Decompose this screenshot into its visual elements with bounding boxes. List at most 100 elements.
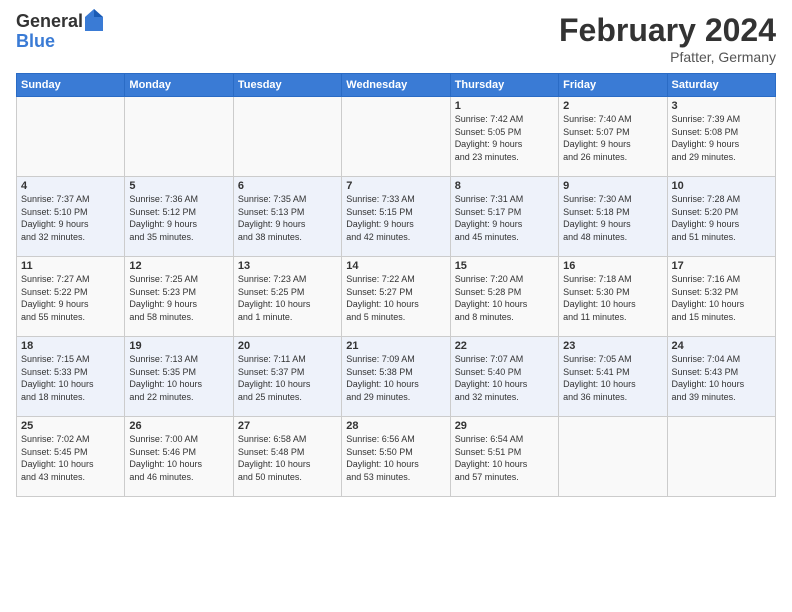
logo: General Blue [16,12,103,52]
day-number: 22 [455,340,554,352]
calendar-cell: 22Sunrise: 7:07 AM Sunset: 5:40 PM Dayli… [450,337,558,417]
calendar-cell [667,417,775,497]
header-row: SundayMondayTuesdayWednesdayThursdayFrid… [17,74,776,97]
calendar-cell: 25Sunrise: 7:02 AM Sunset: 5:45 PM Dayli… [17,417,125,497]
day-number: 23 [563,340,662,352]
day-info: Sunrise: 7:35 AM Sunset: 5:13 PM Dayligh… [238,193,337,243]
day-info: Sunrise: 6:58 AM Sunset: 5:48 PM Dayligh… [238,433,337,483]
day-info: Sunrise: 7:11 AM Sunset: 5:37 PM Dayligh… [238,353,337,403]
header: General Blue February 2024 Pfatter, Germ… [16,12,776,65]
day-info: Sunrise: 6:54 AM Sunset: 5:51 PM Dayligh… [455,433,554,483]
day-info: Sunrise: 7:05 AM Sunset: 5:41 PM Dayligh… [563,353,662,403]
day-info: Sunrise: 7:20 AM Sunset: 5:28 PM Dayligh… [455,273,554,323]
calendar-cell: 8Sunrise: 7:31 AM Sunset: 5:17 PM Daylig… [450,177,558,257]
day-info: Sunrise: 7:25 AM Sunset: 5:23 PM Dayligh… [129,273,228,323]
calendar-table: SundayMondayTuesdayWednesdayThursdayFrid… [16,73,776,497]
calendar-cell: 16Sunrise: 7:18 AM Sunset: 5:30 PM Dayli… [559,257,667,337]
day-info: Sunrise: 7:33 AM Sunset: 5:15 PM Dayligh… [346,193,445,243]
day-info: Sunrise: 7:31 AM Sunset: 5:17 PM Dayligh… [455,193,554,243]
title-block: February 2024 Pfatter, Germany [559,12,776,65]
day-info: Sunrise: 7:30 AM Sunset: 5:18 PM Dayligh… [563,193,662,243]
day-number: 20 [238,340,337,352]
logo-blue: Blue [16,32,103,52]
col-header-thursday: Thursday [450,74,558,97]
calendar-cell [559,417,667,497]
logo-general: General [16,12,83,32]
calendar-cell: 26Sunrise: 7:00 AM Sunset: 5:46 PM Dayli… [125,417,233,497]
calendar-cell: 7Sunrise: 7:33 AM Sunset: 5:15 PM Daylig… [342,177,450,257]
logo-text: General Blue [16,12,103,52]
day-info: Sunrise: 7:04 AM Sunset: 5:43 PM Dayligh… [672,353,771,403]
day-number: 16 [563,260,662,272]
day-number: 18 [21,340,120,352]
day-number: 25 [21,420,120,432]
calendar-cell: 12Sunrise: 7:25 AM Sunset: 5:23 PM Dayli… [125,257,233,337]
calendar-cell: 3Sunrise: 7:39 AM Sunset: 5:08 PM Daylig… [667,97,775,177]
month-title: February 2024 [559,12,776,49]
col-header-tuesday: Tuesday [233,74,341,97]
day-number: 14 [346,260,445,272]
calendar-cell: 20Sunrise: 7:11 AM Sunset: 5:37 PM Dayli… [233,337,341,417]
calendar-cell: 23Sunrise: 7:05 AM Sunset: 5:41 PM Dayli… [559,337,667,417]
calendar-cell: 15Sunrise: 7:20 AM Sunset: 5:28 PM Dayli… [450,257,558,337]
day-number: 28 [346,420,445,432]
calendar-cell: 28Sunrise: 6:56 AM Sunset: 5:50 PM Dayli… [342,417,450,497]
day-number: 26 [129,420,228,432]
calendar-cell: 27Sunrise: 6:58 AM Sunset: 5:48 PM Dayli… [233,417,341,497]
day-number: 7 [346,180,445,192]
calendar-cell: 2Sunrise: 7:40 AM Sunset: 5:07 PM Daylig… [559,97,667,177]
calendar-cell: 18Sunrise: 7:15 AM Sunset: 5:33 PM Dayli… [17,337,125,417]
day-info: Sunrise: 7:07 AM Sunset: 5:40 PM Dayligh… [455,353,554,403]
col-header-sunday: Sunday [17,74,125,97]
day-info: Sunrise: 7:18 AM Sunset: 5:30 PM Dayligh… [563,273,662,323]
day-number: 6 [238,180,337,192]
col-header-friday: Friday [559,74,667,97]
calendar-cell [233,97,341,177]
day-info: Sunrise: 7:09 AM Sunset: 5:38 PM Dayligh… [346,353,445,403]
day-number: 21 [346,340,445,352]
day-number: 15 [455,260,554,272]
day-info: Sunrise: 6:56 AM Sunset: 5:50 PM Dayligh… [346,433,445,483]
calendar-cell: 19Sunrise: 7:13 AM Sunset: 5:35 PM Dayli… [125,337,233,417]
day-info: Sunrise: 7:22 AM Sunset: 5:27 PM Dayligh… [346,273,445,323]
day-number: 27 [238,420,337,432]
day-number: 9 [563,180,662,192]
calendar-cell: 9Sunrise: 7:30 AM Sunset: 5:18 PM Daylig… [559,177,667,257]
calendar-cell: 6Sunrise: 7:35 AM Sunset: 5:13 PM Daylig… [233,177,341,257]
day-number: 19 [129,340,228,352]
day-info: Sunrise: 7:16 AM Sunset: 5:32 PM Dayligh… [672,273,771,323]
calendar-cell: 10Sunrise: 7:28 AM Sunset: 5:20 PM Dayli… [667,177,775,257]
calendar-cell: 1Sunrise: 7:42 AM Sunset: 5:05 PM Daylig… [450,97,558,177]
week-row-3: 11Sunrise: 7:27 AM Sunset: 5:22 PM Dayli… [17,257,776,337]
calendar-cell: 11Sunrise: 7:27 AM Sunset: 5:22 PM Dayli… [17,257,125,337]
page: General Blue February 2024 Pfatter, Germ… [0,0,792,612]
day-info: Sunrise: 7:23 AM Sunset: 5:25 PM Dayligh… [238,273,337,323]
day-info: Sunrise: 7:37 AM Sunset: 5:10 PM Dayligh… [21,193,120,243]
day-number: 17 [672,260,771,272]
calendar-cell [342,97,450,177]
col-header-monday: Monday [125,74,233,97]
calendar-cell: 21Sunrise: 7:09 AM Sunset: 5:38 PM Dayli… [342,337,450,417]
week-row-5: 25Sunrise: 7:02 AM Sunset: 5:45 PM Dayli… [17,417,776,497]
day-info: Sunrise: 7:36 AM Sunset: 5:12 PM Dayligh… [129,193,228,243]
calendar-cell [17,97,125,177]
day-info: Sunrise: 7:13 AM Sunset: 5:35 PM Dayligh… [129,353,228,403]
day-number: 10 [672,180,771,192]
day-number: 11 [21,260,120,272]
day-info: Sunrise: 7:15 AM Sunset: 5:33 PM Dayligh… [21,353,120,403]
logo-icon [85,9,103,31]
day-number: 1 [455,100,554,112]
day-number: 12 [129,260,228,272]
day-info: Sunrise: 7:27 AM Sunset: 5:22 PM Dayligh… [21,273,120,323]
week-row-4: 18Sunrise: 7:15 AM Sunset: 5:33 PM Dayli… [17,337,776,417]
calendar-cell: 14Sunrise: 7:22 AM Sunset: 5:27 PM Dayli… [342,257,450,337]
day-info: Sunrise: 7:39 AM Sunset: 5:08 PM Dayligh… [672,113,771,163]
day-number: 24 [672,340,771,352]
week-row-1: 1Sunrise: 7:42 AM Sunset: 5:05 PM Daylig… [17,97,776,177]
day-number: 5 [129,180,228,192]
day-number: 3 [672,100,771,112]
calendar-cell [125,97,233,177]
day-info: Sunrise: 7:28 AM Sunset: 5:20 PM Dayligh… [672,193,771,243]
day-info: Sunrise: 7:40 AM Sunset: 5:07 PM Dayligh… [563,113,662,163]
subtitle: Pfatter, Germany [559,49,776,65]
